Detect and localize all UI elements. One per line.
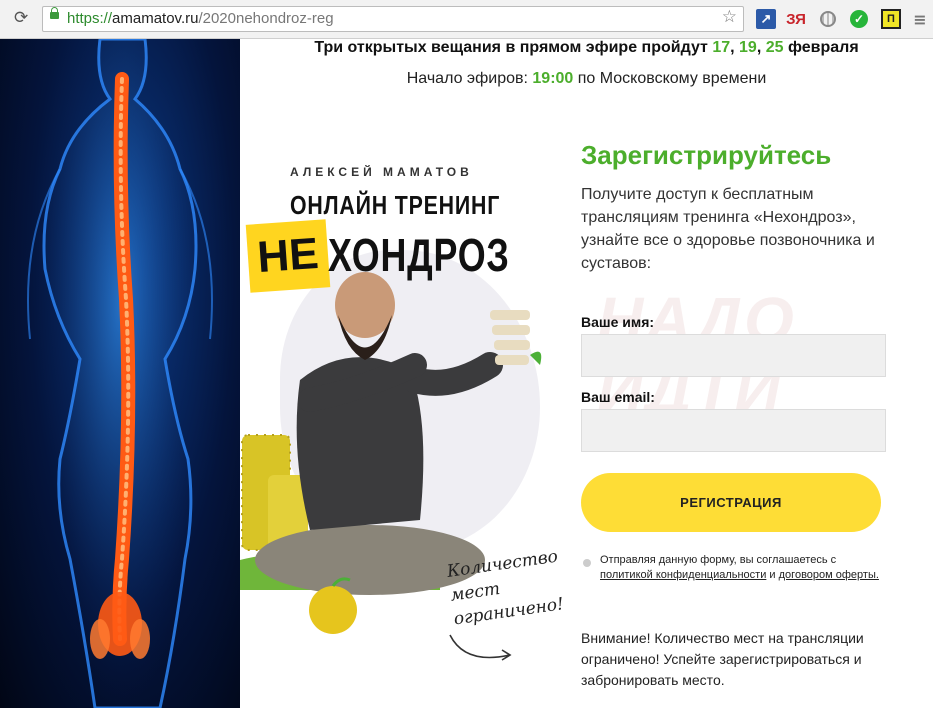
limited-seats-warning: Внимание! Количество мест на трансляции … xyxy=(581,630,864,688)
email-field[interactable] xyxy=(581,409,886,452)
date-3: 25 xyxy=(765,39,784,56)
limited-seats-note: Количество мест ограничено! xyxy=(445,546,566,630)
form-title: Зарегистрируйтесь xyxy=(581,140,832,170)
star-icon[interactable]: ☆ xyxy=(722,7,737,27)
author-name: АЛЕКСЕЙ МАМАТОВ xyxy=(290,165,473,179)
yandex-icon[interactable]: ЗЯ xyxy=(786,9,806,29)
extension-p-icon[interactable]: П xyxy=(881,9,901,29)
coach-photo xyxy=(240,272,542,661)
offer-contract-link[interactable]: договором оферты. xyxy=(779,569,879,581)
broadcast-announcement: Три открытых вещания в прямом эфире прой… xyxy=(314,39,859,56)
url-text: https://amamatov.ru/2020nehondroz-reg xyxy=(67,10,334,27)
registration-intro: Зарегистрируйтесь Получите доступ к бесп… xyxy=(581,140,901,275)
lock-icon xyxy=(50,7,59,19)
email-label: Ваш email: xyxy=(581,389,655,405)
menu-icon[interactable]: ≡ xyxy=(910,9,930,29)
name-field[interactable] xyxy=(581,334,886,377)
refresh-icon[interactable]: ⟳ xyxy=(14,8,28,28)
consent-checkbox[interactable] xyxy=(583,559,591,567)
globe-icon[interactable] xyxy=(818,9,838,29)
check-icon[interactable]: ✓ xyxy=(849,9,869,29)
extension-icon[interactable]: ↗ xyxy=(756,9,776,29)
training-subtitle: ОНЛАЙН ТРЕНИНГ xyxy=(290,190,501,220)
name-label: Ваше имя: xyxy=(581,314,655,330)
consent-text: Отправляя данную форму, вы соглашаетесь … xyxy=(600,554,879,581)
browser-toolbar: ⟳ https://amamatov.ru/2020nehondroz-reg … xyxy=(0,0,933,39)
privacy-policy-link[interactable]: политикой конфиденциальности xyxy=(600,569,766,581)
address-bar[interactable]: https://amamatov.ru/2020nehondroz-reg ☆ xyxy=(42,6,744,32)
training-promo: АЛЕКСЕЙ МАМАТОВ ОНЛАЙН ТРЕНИНГ НЕ ХОНДРО… xyxy=(240,140,570,708)
broadcast-time: Начало эфиров: 19:00 по Московскому врем… xyxy=(406,70,767,87)
spine-illustration xyxy=(0,39,240,708)
start-time: 19:00 xyxy=(532,70,574,87)
form-description: Получите доступ к бесплатным трансляциям… xyxy=(581,186,875,272)
register-button[interactable]: РЕГИСТРАЦИЯ xyxy=(581,473,881,532)
date-1: 17 xyxy=(712,39,731,56)
date-2: 19 xyxy=(739,39,757,56)
